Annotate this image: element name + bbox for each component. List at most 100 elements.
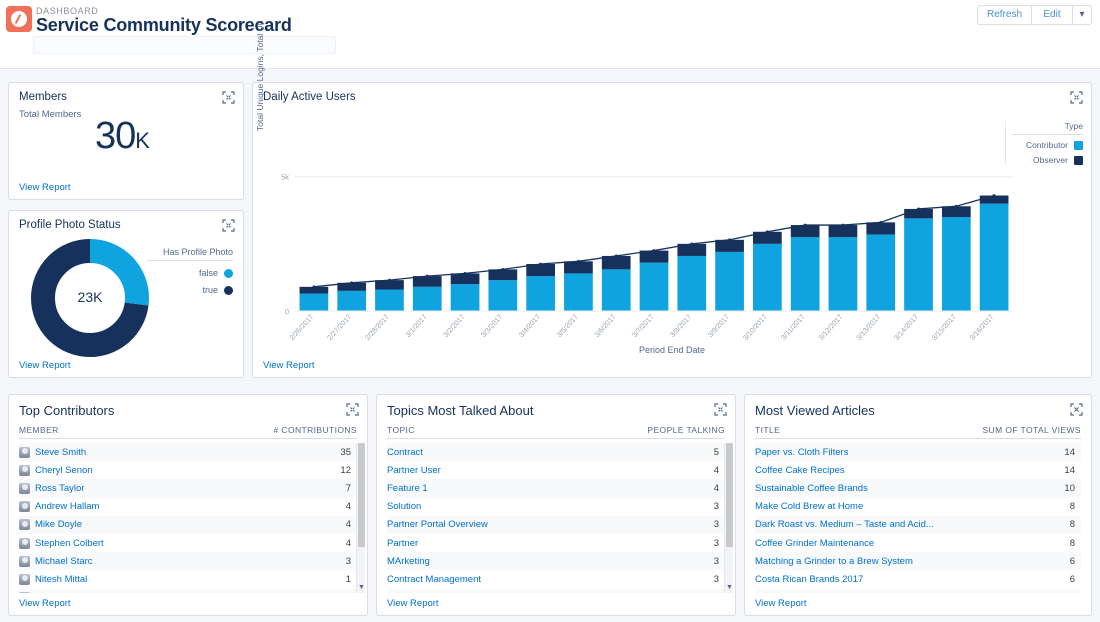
scroll-thumb[interactable] xyxy=(358,443,365,547)
row-value: 8 xyxy=(1069,501,1075,513)
svg-text:3/13/2017: 3/13/2017 xyxy=(854,312,882,342)
row-label[interactable]: Contract xyxy=(387,447,423,458)
row-label[interactable]: Contract Management xyxy=(387,574,481,585)
table-row[interactable]: Andrew Hallam 4 xyxy=(19,498,357,516)
table-row[interactable]: Partner User 4 xyxy=(387,461,725,479)
row-label[interactable]: Michael Starc xyxy=(19,555,93,567)
row-value: 5 xyxy=(713,446,719,458)
row-value: 2 xyxy=(1070,592,1077,593)
page-header: DASHBOARD Service Community Scorecard Re… xyxy=(0,0,1100,69)
row-label[interactable]: Solution xyxy=(387,501,421,512)
row-value: 4 xyxy=(345,501,351,513)
table-row[interactable]: Costa Rican Brands 2017 6 xyxy=(755,570,1081,588)
row-label[interactable]: Costa Rican Brands 2017 xyxy=(755,574,863,585)
dashboard-filter-bar[interactable] xyxy=(33,36,336,54)
top-contributors-view-report-link[interactable]: View Report xyxy=(19,598,71,609)
dashboard-app: DASHBOARD Service Community Scorecard Re… xyxy=(0,0,1100,622)
more-actions-chevron-down-icon[interactable]: ▾ xyxy=(1072,5,1092,25)
edit-button[interactable]: Edit xyxy=(1031,5,1073,25)
articles-view-report-link[interactable]: View Report xyxy=(755,598,807,609)
members-unit: K xyxy=(135,128,150,153)
topics-scrollbar[interactable]: ▼ xyxy=(724,443,733,593)
row-label[interactable]: Coffee Cake Recipes xyxy=(755,465,845,476)
expand-icon[interactable] xyxy=(222,219,235,232)
articles-list[interactable]: Paper vs. Cloth Filters 14 Coffee Cake Rec… xyxy=(755,443,1081,593)
chart-view-report-link[interactable]: View Report xyxy=(263,360,315,371)
top-contributors-list[interactable]: Steve Smith 35 Cheryl Senon 12 Ross Taylor 7 A… xyxy=(19,443,357,593)
table-row[interactable]: Mike Doyle 4 xyxy=(19,515,357,534)
row-label[interactable]: Paper vs. Cloth Filters xyxy=(755,447,848,458)
table-row[interactable]: Nitesh Mittal 1 xyxy=(19,570,357,588)
expand-icon[interactable] xyxy=(714,403,727,416)
table-row[interactable]: Partner Portal Overview 3 xyxy=(387,515,725,534)
legend-item-observer: Observer xyxy=(1012,155,1083,165)
legend-label-false: false xyxy=(198,268,218,278)
table-row[interactable]: Coffee Grinder Maintenance 8 xyxy=(755,534,1081,552)
scroll-down-arrow-icon[interactable]: ▼ xyxy=(357,583,366,593)
table-row[interactable]: Michael Starc 3 xyxy=(19,552,357,571)
row-label[interactable]: Ross Taylor xyxy=(19,482,84,494)
row-label[interactable]: Nitesh Mittal xyxy=(19,573,87,585)
table-row[interactable]: Coffee Cake Recipes 14 xyxy=(755,461,1081,479)
row-label[interactable]: Make Cold Brew at Home xyxy=(755,501,863,512)
chart-x-axis-title: Period End Date xyxy=(638,345,706,355)
compass-app-icon xyxy=(6,6,32,32)
row-label[interactable]: Cheryl Senon xyxy=(19,464,93,476)
row-label[interactable]: Matching a Grinder to a Brew System xyxy=(755,556,913,567)
articles-title: Most Viewed Articles xyxy=(755,403,875,418)
row-label[interactable]: Partner xyxy=(387,538,418,549)
row-label[interactable]: MArketing xyxy=(387,556,430,567)
refresh-button[interactable]: Refresh xyxy=(976,5,1032,25)
row-label[interactable]: Rahul Kumar xyxy=(19,592,90,593)
row-label[interactable]: Partner Portal Overview xyxy=(387,519,488,530)
row-label[interactable]: Mike Doyle xyxy=(19,519,82,531)
table-row[interactable]: Steve Smith 35 xyxy=(19,443,357,462)
svg-text:23K: 23K xyxy=(78,289,104,305)
table-row[interactable]: Make Cold Brew at Home 8 xyxy=(755,498,1081,516)
expand-icon[interactable] xyxy=(222,91,235,104)
table-row[interactable]: Contract Management 3 xyxy=(387,570,725,588)
column-header-people-talking: PEOPLE TALKING xyxy=(647,425,725,435)
table-row[interactable]: Sustainable Coffee Brands 10 xyxy=(755,479,1081,498)
scroll-thumb[interactable] xyxy=(726,443,733,547)
top-contributors-scrollbar[interactable]: ▼ xyxy=(356,443,365,593)
row-label[interactable]: Stephen Colbert xyxy=(19,537,104,549)
profile-photo-view-report-link[interactable]: View Report xyxy=(19,360,71,371)
table-row[interactable]: Cheryl Senon 12 xyxy=(19,461,357,479)
table-row[interactable]: Dark Roast vs. Medium – Taste and Acid..… xyxy=(755,515,1081,534)
row-value: 35 xyxy=(340,446,351,458)
table-row[interactable]: Ross Taylor 7 xyxy=(19,479,357,498)
table-row[interactable]: Platinum Pourover System Repair 2 xyxy=(755,588,1081,593)
row-value: 3 xyxy=(713,537,719,549)
row-label[interactable]: Coffee Grinder Maintenance xyxy=(755,538,874,549)
row-label[interactable]: Dark Roast vs. Medium – Taste and Acid..… xyxy=(755,519,934,530)
scroll-down-arrow-icon[interactable]: ▼ xyxy=(725,583,734,593)
topics-list[interactable]: Contract 5 Partner User 4 Feature 1 4 Solution… xyxy=(387,443,725,593)
table-row[interactable]: Rahul Kumar 1 xyxy=(19,588,357,593)
expand-icon[interactable] xyxy=(346,403,359,416)
table-row[interactable]: Solution 3 xyxy=(387,498,725,516)
row-label[interactable]: Steve Smith xyxy=(19,446,86,458)
table-row[interactable]: Stephen Colbert 4 xyxy=(19,534,357,552)
table-row[interactable]: MArketing 3 xyxy=(387,552,725,571)
table-row[interactable]: Contract 5 xyxy=(387,443,725,462)
row-label[interactable]: Topic 3 xyxy=(387,592,417,593)
topics-view-report-link[interactable]: View Report xyxy=(387,598,439,609)
table-row[interactable]: Partner 3 xyxy=(387,534,725,552)
row-label[interactable]: Platinum Pourover System Repair xyxy=(755,592,898,593)
table-row[interactable]: Topic 3 2 xyxy=(387,588,725,593)
members-view-report-link[interactable]: View Report xyxy=(19,182,71,193)
avatar xyxy=(19,592,30,593)
table-row[interactable]: Feature 1 4 xyxy=(387,479,725,498)
table-row[interactable]: Paper vs. Cloth Filters 14 xyxy=(755,443,1081,462)
svg-text:3/14/2017: 3/14/2017 xyxy=(892,312,920,342)
svg-text:3/8/2017: 3/8/2017 xyxy=(668,312,693,339)
expand-icon[interactable] xyxy=(1070,91,1083,104)
row-label[interactable]: Andrew Hallam xyxy=(19,501,99,513)
row-label[interactable]: Feature 1 xyxy=(387,483,428,494)
expand-icon[interactable] xyxy=(1070,403,1083,416)
row-label[interactable]: Partner User xyxy=(387,465,441,476)
table-row[interactable]: Matching a Grinder to a Brew System 6 xyxy=(755,552,1081,571)
row-label[interactable]: Sustainable Coffee Brands xyxy=(755,483,868,494)
row-value: 7 xyxy=(345,482,351,494)
